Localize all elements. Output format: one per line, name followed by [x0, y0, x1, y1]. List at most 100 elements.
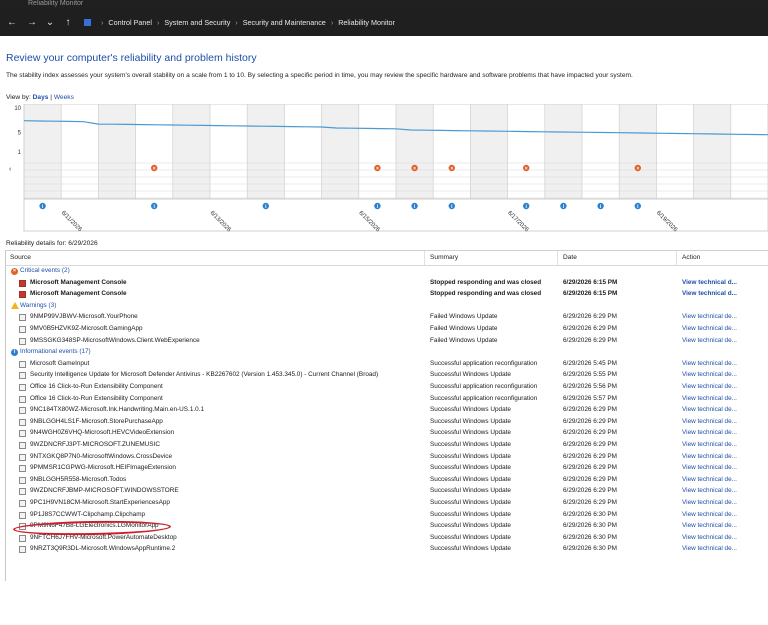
table-row[interactable]: 9MSSGKG348SP-MicrosoftWindows.Client.Web… [6, 336, 768, 348]
x-date-label: 6/17/2026 [506, 210, 530, 234]
date-cell: 6/29/2026 5:55 PM [563, 371, 618, 379]
table-row[interactable]: Security Intelligence Update for Microso… [6, 370, 768, 382]
view-technical-details-link[interactable]: View technical de... [682, 499, 737, 506]
app-error-icon [19, 291, 26, 299]
summary-cell: Stopped responding and was closed [430, 278, 542, 286]
summary-cell: Successful Windows Update [430, 464, 511, 472]
table-row[interactable]: Office 16 Click-to-Run Extensibility Com… [6, 382, 768, 394]
view-technical-details-link[interactable]: View technical de... [682, 325, 737, 332]
view-technical-details-link[interactable]: View technical d... [682, 279, 737, 286]
group-label: Critical events (2) [20, 267, 70, 274]
view-technical-details-link[interactable]: View technical de... [682, 360, 737, 367]
view-technical-details-link[interactable]: View technical de... [682, 487, 737, 494]
summary-cell: Successful Windows Update [430, 475, 511, 483]
stability-chart[interactable]: 10 5 1 × × × × × × i i i i i i i i i i 6/11/2026 6/13/2026 6/… [6, 104, 768, 237]
update-icon [19, 488, 26, 496]
summary-cell: Failed Windows Update [430, 336, 498, 344]
update-icon [19, 534, 26, 542]
date-cell: 6/29/2026 6:29 PM [563, 487, 618, 495]
view-technical-details-link[interactable]: View technical de... [682, 418, 737, 425]
view-technical-details-link[interactable]: View technical de... [682, 371, 737, 378]
summary-cell: Successful Windows Update [430, 510, 511, 518]
table-row[interactable]: 9NRZT3Q9R3DL-Microsoft.WindowsAppRuntime… [6, 544, 768, 556]
breadcrumb-security-and-maintenance[interactable]: Security and Maintenance [243, 18, 326, 27]
table-row[interactable]: 9MV0B5HZVK9Z-Microsoft.GamingApp Failed W… [6, 324, 768, 336]
view-technical-details-link[interactable]: View technical de... [682, 534, 737, 541]
scroll-left-icon[interactable]: ‹ [9, 166, 12, 173]
critical-marker-glyph: × [413, 166, 416, 172]
view-technical-details-link[interactable]: View technical de... [682, 313, 737, 320]
update-icon [19, 523, 26, 531]
table-row[interactable]: Microsoft GameInput Successful applicatio… [6, 359, 768, 371]
view-technical-details-link[interactable]: View technical de... [682, 337, 737, 344]
stability-chart-svg[interactable]: 1051× × × × × ×i i i i i i i i i i6/11/2026 6/13/2026 6/… [6, 104, 768, 237]
chart-day-column-shade [321, 104, 359, 199]
source-cell: 9NFTCH6J7FHV-Microsoft.PowerAutomateDesk… [30, 533, 177, 541]
view-technical-details-link[interactable]: View technical de... [682, 522, 737, 529]
source-cell: 9WZDNCRFJBMP-MICROSOFT.WINDOWSSTORE [30, 487, 179, 495]
view-weeks-link[interactable]: Weeks [54, 94, 74, 101]
page-title: Review your computer's reliability and p… [6, 52, 257, 64]
back-arrow-icon[interactable]: ← [6, 17, 18, 29]
column-header-date[interactable]: Date [563, 254, 577, 261]
group-header-crit[interactable]: × Critical events (2) [6, 266, 768, 278]
view-technical-details-link[interactable]: View technical de... [682, 406, 737, 413]
update-icon [19, 372, 26, 380]
recent-locations-chevron-icon[interactable]: ⌄ [44, 17, 56, 29]
chart-day-column-shade [544, 104, 582, 199]
view-technical-details-link[interactable]: View technical de... [682, 545, 737, 552]
view-technical-details-link[interactable]: View technical d... [682, 290, 737, 297]
column-header-action[interactable]: Action [682, 254, 700, 261]
view-technical-details-link[interactable]: View technical de... [682, 464, 737, 471]
view-technical-details-link[interactable]: View technical de... [682, 383, 737, 390]
view-technical-details-link[interactable]: View technical de... [682, 511, 737, 518]
column-header-summary[interactable]: Summary [430, 254, 458, 261]
table-row[interactable]: 9NTXGKQ8P7N0-MicrosoftWindows.CrossDevic… [6, 452, 768, 464]
table-row[interactable]: 9PMMSR1CGPWG-Microsoft.HEIFImageExtensio… [6, 463, 768, 475]
breadcrumb-separator: › [330, 18, 334, 27]
up-arrow-icon[interactable]: ↑ [62, 17, 74, 29]
column-divider[interactable] [676, 251, 677, 265]
source-cell: 9NBLGGH4LS1F-Microsoft.StorePurchaseApp [30, 417, 163, 425]
table-row[interactable]: 9NC184TX80WZ-Microsoft.Ink.Handwriting.M… [6, 405, 768, 417]
date-cell: 6/29/2026 6:29 PM [563, 336, 618, 344]
summary-cell: Stopped responding and was closed [430, 290, 542, 298]
table-row[interactable]: 9PC1H9VN18CM-Microsoft.StartExperiencesA… [6, 498, 768, 510]
view-technical-details-link[interactable]: View technical de... [682, 429, 737, 436]
info-icon: i [11, 348, 18, 356]
table-row[interactable]: Microsoft Management Console Stopped resp… [6, 278, 768, 290]
column-header-source[interactable]: Source [10, 254, 31, 261]
update-icon [19, 500, 26, 507]
date-cell: 6/29/2026 6:30 PM [563, 522, 618, 530]
view-technical-details-link[interactable]: View technical de... [682, 453, 737, 460]
table-row[interactable]: 9N4WGH0Z6VHQ-Microsoft.HEVCVideoExtensio… [6, 428, 768, 440]
date-cell: 6/29/2026 6:29 PM [563, 499, 618, 506]
breadcrumb-control-panel[interactable]: Control Panel [108, 18, 152, 27]
table-row[interactable]: 9WZDNCRFJBMP-MICROSOFT.WINDOWSSTORE Succe… [6, 486, 768, 498]
table-row[interactable]: 9PM9N6F47B8-LGElectronics.LGMonitorApp Su… [6, 521, 768, 533]
column-divider[interactable] [557, 251, 558, 265]
view-technical-details-link[interactable]: View technical de... [682, 476, 737, 483]
table-row[interactable]: 9NBLGGH4LS1F-Microsoft.StorePurchaseApp S… [6, 417, 768, 429]
view-technical-details-link[interactable]: View technical de... [682, 395, 737, 402]
table-row[interactable]: 9NFTCH6J7FHV-Microsoft.PowerAutomateDesk… [6, 533, 768, 545]
table-row[interactable]: Microsoft Management Console Stopped resp… [6, 289, 768, 301]
group-header-info[interactable]: i Informational events (17) [6, 347, 768, 359]
summary-cell: Successful application reconfiguration [430, 394, 538, 402]
breadcrumb-reliability-monitor[interactable]: Reliability Monitor [338, 18, 395, 27]
table-row[interactable]: 9WZDNCRFJ3PT-MICROSOFT.ZUNEMUSIC Successf… [6, 440, 768, 452]
source-cell: 9NTXGKQ8P7N0-MicrosoftWindows.CrossDevic… [30, 452, 173, 460]
forward-arrow-icon[interactable]: → [26, 17, 38, 29]
source-cell: 9PM9N6F47B8-LGElectronics.LGMonitorApp [30, 522, 159, 530]
table-row[interactable]: 9NMP99VJBWV-Microsoft.YourPhone Failed Wi… [6, 312, 768, 324]
view-technical-details-link[interactable]: View technical de... [682, 441, 737, 448]
column-divider[interactable] [424, 251, 425, 265]
view-days-link[interactable]: Days [33, 94, 49, 101]
y-tick-label: 1 [18, 150, 22, 156]
table-row[interactable]: 9P1J8S7CCWWT-Clipchamp.Clipchamp Successf… [6, 510, 768, 522]
group-header-warn[interactable]: Warnings (3) [6, 301, 768, 313]
table-row[interactable]: 9NBLGGH5R558-Microsoft.Todos Successful W… [6, 475, 768, 487]
table-row[interactable]: Office 16 Click-to-Run Extensibility Com… [6, 394, 768, 406]
summary-cell: Successful application reconfiguration [430, 383, 538, 390]
breadcrumb-system-and-security[interactable]: System and Security [164, 18, 230, 27]
